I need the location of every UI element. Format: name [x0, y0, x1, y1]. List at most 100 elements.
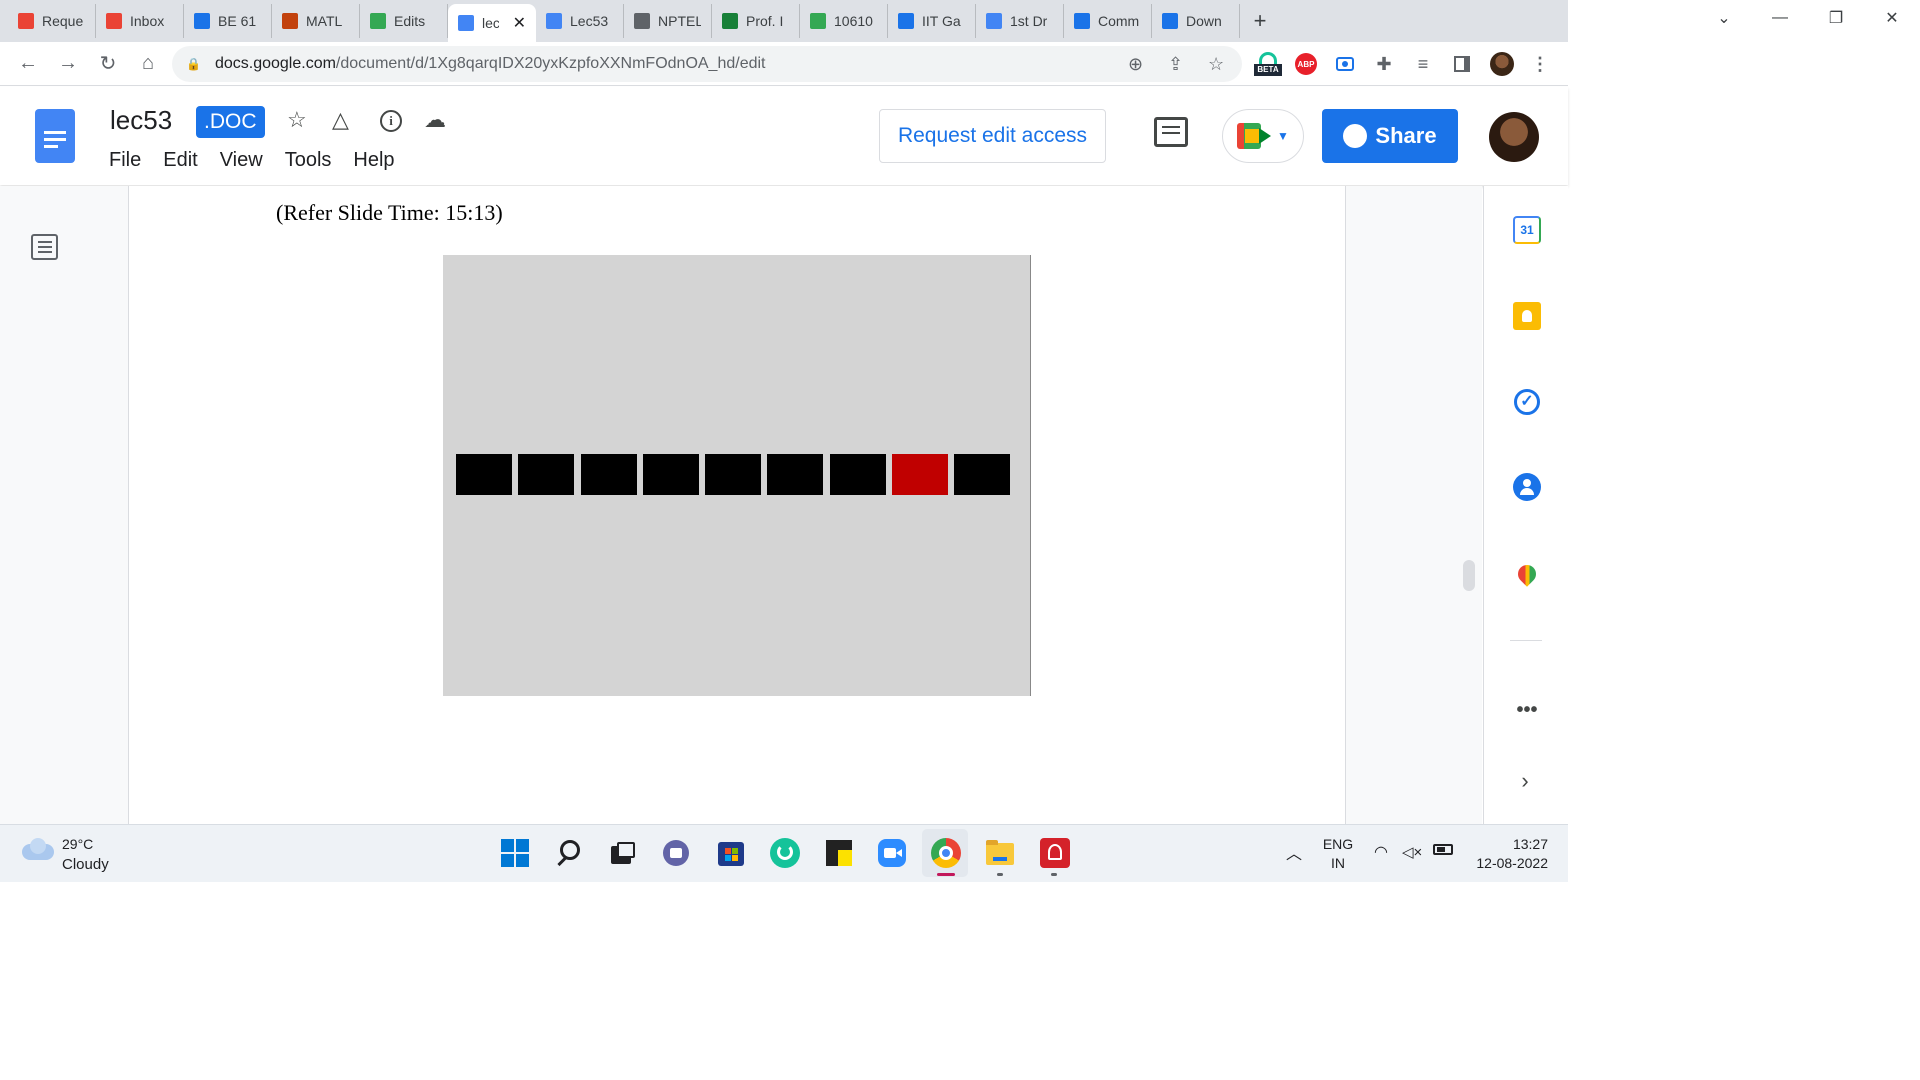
browser-tab[interactable]: IIT Ga: [888, 4, 976, 38]
tab-search-icon[interactable]: ⌄: [1696, 8, 1752, 28]
share-button[interactable]: Share: [1322, 109, 1458, 163]
search-icon[interactable]: [555, 838, 585, 868]
minimize-icon[interactable]: —: [1752, 9, 1808, 27]
new-tab-button[interactable]: +: [1240, 4, 1280, 38]
comments-icon[interactable]: [1154, 117, 1188, 147]
reading-list-icon[interactable]: ≡: [1411, 52, 1435, 76]
windows-start-icon[interactable]: [500, 838, 530, 868]
keep-icon[interactable]: [1512, 301, 1542, 331]
browser-tab[interactable]: Lec53: [536, 4, 624, 38]
gmail-icon: [106, 13, 122, 29]
slide-square: [456, 454, 512, 495]
adblock-icon[interactable]: ABP: [1294, 52, 1318, 76]
lock-icon[interactable]: 🔒: [186, 57, 201, 71]
meet-dropdown-icon[interactable]: ▼: [1277, 129, 1289, 143]
maps-icon[interactable]: [1512, 559, 1542, 589]
wifi-icon[interactable]: ◠: [1374, 842, 1388, 862]
bookmark-star-icon[interactable]: ☆: [1208, 54, 1224, 75]
menu-item-tools[interactable]: Tools: [285, 149, 332, 172]
menu-item-file[interactable]: File: [109, 149, 141, 172]
doc-format-badge: .DOC: [196, 106, 265, 138]
document-outline-icon[interactable]: [31, 234, 58, 260]
browser-tab[interactable]: Edits: [360, 4, 448, 38]
browser-tab[interactable]: MATL: [272, 4, 360, 38]
sticky-notes-icon[interactable]: [824, 838, 854, 868]
account-avatar[interactable]: [1489, 112, 1539, 162]
profile-avatar-small[interactable]: [1490, 52, 1514, 76]
acrobat-icon[interactable]: [1040, 838, 1070, 868]
grammarly-icon[interactable]: [770, 838, 800, 868]
beta-label: BETA: [1254, 64, 1282, 76]
url-text[interactable]: docs.google.com/document/d/1Xg8qarqIDX20…: [215, 55, 766, 73]
battery-icon[interactable]: [1433, 844, 1453, 855]
docs-logo-icon[interactable]: [35, 109, 75, 163]
slide-square: [705, 454, 761, 495]
cloud-status-icon[interactable]: ☁: [424, 107, 446, 133]
zoom-app-icon[interactable]: [877, 838, 907, 868]
teams-chat-icon[interactable]: [661, 838, 691, 868]
drive-icon: [810, 13, 826, 29]
side-panel-icon[interactable]: [1450, 52, 1474, 76]
more-icon[interactable]: •••: [1512, 695, 1542, 725]
clock[interactable]: 13:27 12-08-2022: [1468, 836, 1548, 871]
menu-item-help[interactable]: Help: [353, 149, 394, 172]
task-view-icon[interactable]: [607, 838, 637, 868]
extensions-puzzle-icon[interactable]: ✚: [1372, 52, 1396, 76]
slide-square: [580, 454, 637, 495]
close-window-icon[interactable]: ✕: [1864, 8, 1920, 28]
request-edit-access-button[interactable]: Request edit access: [879, 109, 1106, 163]
store-icon[interactable]: [716, 838, 746, 868]
contacts-icon[interactable]: [1512, 472, 1542, 502]
expand-panel-icon[interactable]: ›: [1510, 766, 1540, 796]
back-icon[interactable]: ←: [8, 52, 48, 75]
slide-square: [891, 454, 948, 495]
calendar-icon[interactable]: 31: [1512, 215, 1542, 245]
share-label: Share: [1375, 123, 1437, 148]
language-indicator[interactable]: ENG IN: [1318, 836, 1358, 871]
file-explorer-icon[interactable]: [985, 838, 1015, 868]
zoom-icon[interactable]: ⊕: [1128, 54, 1143, 75]
reload-icon[interactable]: ↻: [88, 51, 128, 76]
browser-tab[interactable]: Prof. I: [712, 4, 800, 38]
browser-tab[interactable]: NPTEL: [624, 4, 712, 38]
tab-title: 1st Dr: [1010, 13, 1048, 29]
refer-slide-time-text: (Refer Slide Time: 15:13): [276, 200, 503, 225]
browser-tab[interactable]: 1st Dr: [976, 4, 1064, 38]
screen-record-icon[interactable]: [1333, 52, 1357, 76]
acrobat-running-indicator: [1051, 873, 1057, 876]
slide-square: [767, 454, 824, 495]
volume-muted-icon[interactable]: ◁×: [1402, 843, 1422, 861]
tab-title: lec: [482, 15, 499, 31]
details-info-icon[interactable]: i: [380, 105, 402, 132]
meet-button[interactable]: ▼: [1222, 109, 1304, 163]
hidden-icons-chevron-icon[interactable]: ︿: [1286, 840, 1302, 864]
menu-item-edit[interactable]: Edit: [163, 149, 197, 172]
browser-tab[interactable]: BE 61: [184, 4, 272, 38]
globe-icon: [1343, 124, 1368, 148]
share-page-icon[interactable]: ⇪: [1168, 54, 1183, 75]
grammarly-beta-icon[interactable]: BETA: [1254, 52, 1282, 76]
omnibox[interactable]: 🔒 docs.google.com/document/d/1Xg8qarqIDX…: [172, 46, 1242, 82]
close-tab-icon[interactable]: ✕: [513, 13, 526, 33]
star-icon[interactable]: ☆: [287, 107, 307, 133]
tab-title: NPTEL: [658, 13, 701, 29]
slide-square: [954, 454, 1010, 495]
chrome-menu-icon[interactable]: ⋮: [1528, 52, 1552, 76]
forward-icon[interactable]: →: [48, 52, 88, 75]
vertical-scrollbar-thumb[interactable]: [1463, 560, 1475, 591]
browser-tab[interactable]: Down: [1152, 4, 1240, 38]
abp-label: ABP: [1295, 53, 1317, 75]
restore-icon[interactable]: ❐: [1808, 8, 1864, 28]
chrome-icon[interactable]: [931, 838, 961, 868]
document-title[interactable]: lec53: [110, 105, 172, 136]
browser-tab[interactable]: 10610: [800, 4, 888, 38]
menu-item-view[interactable]: View: [220, 149, 263, 172]
home-icon[interactable]: ⌂: [128, 52, 168, 75]
browser-tab[interactable]: Reque: [8, 4, 96, 38]
tasks-icon[interactable]: ✓: [1512, 387, 1542, 417]
browser-tab[interactable]: Inbox: [96, 4, 184, 38]
move-to-drive-icon[interactable]: △: [332, 107, 349, 133]
browser-tab[interactable]: lec ✕: [448, 4, 536, 42]
browser-tab[interactable]: Comm: [1064, 4, 1152, 38]
language-top: ENG: [1322, 836, 1354, 852]
